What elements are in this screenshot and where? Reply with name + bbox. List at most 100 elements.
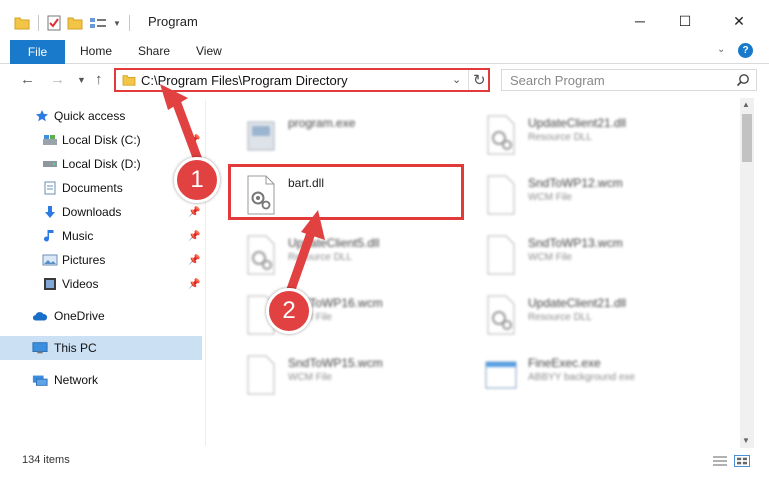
navigation-pane: Quick access Local Disk (C:) 📌 Local Dis… (0, 100, 206, 446)
documents-icon (42, 180, 58, 196)
tab-view[interactable]: View (196, 44, 222, 58)
tab-file[interactable]: File (10, 40, 65, 64)
address-separator (468, 70, 469, 90)
sidebar-item-local-disk-d[interactable]: Local Disk (D:) 📌 (0, 152, 202, 176)
file-name: UpdateClient21.dll (528, 296, 627, 310)
file-name: UpdateClient5.dll (288, 236, 380, 250)
pin-icon[interactable]: 📌 (188, 255, 200, 266)
sidebar-item-downloads[interactable]: Downloads 📌 (0, 200, 202, 224)
exe-file-icon (247, 121, 275, 151)
sidebar-item-quick-access[interactable]: Quick access (0, 104, 202, 128)
recent-locations-chevron-icon[interactable]: ▼ (77, 75, 86, 85)
file-type: Resource DLL (528, 312, 592, 323)
scroll-up-arrow-icon[interactable]: ▲ (742, 100, 750, 109)
file-item[interactable]: SndToWP12.wcm WCM File (468, 162, 708, 220)
new-folder-icon[interactable] (67, 16, 83, 30)
pictures-icon (42, 252, 58, 268)
file-item[interactable]: program.exe (228, 102, 468, 160)
sidebar-item-pictures[interactable]: Pictures 📌 (0, 248, 202, 272)
file-name: SndToWP15.wcm (288, 356, 383, 370)
status-bar: 134 items (0, 450, 769, 470)
tab-share[interactable]: Share (138, 44, 170, 58)
title-bar: ▼ Program ─ ☐ ✕ (0, 0, 769, 40)
refresh-icon[interactable]: ↻ (473, 71, 486, 89)
file-name: SndToWP13.wcm (528, 236, 623, 250)
file-type: Resource DLL (528, 132, 592, 143)
file-item[interactable]: FineExec.exe ABBYY background exe (468, 342, 708, 400)
ribbon-tabs: File Home Share View ⌄ ? (0, 40, 769, 64)
address-bar[interactable]: C:\Program Files\Program Directory ⌄ ↻ (114, 68, 490, 92)
scrollbar-thumb[interactable] (742, 114, 752, 162)
close-button[interactable]: ✕ (716, 6, 762, 36)
sidebar-item-local-disk-c[interactable]: Local Disk (C:) 📌 (0, 128, 202, 152)
address-path[interactable]: C:\Program Files\Program Directory (141, 73, 348, 88)
file-item[interactable]: UpdateClient21.dll Resource DLL (468, 102, 708, 160)
help-icon[interactable]: ? (738, 43, 753, 58)
file-item[interactable]: SndToWP15.wcm WCM File (228, 342, 468, 400)
search-icon[interactable] (736, 73, 750, 87)
dll-gear-icon (247, 235, 275, 275)
file-item[interactable]: UpdateClient21.dll Resource DLL (468, 282, 708, 340)
tab-home[interactable]: Home (80, 44, 112, 58)
quick-access-toolbar: ▼ (14, 12, 132, 34)
toolbar-separator (128, 15, 130, 31)
computer-icon (32, 340, 48, 356)
search-input[interactable]: Search Program (510, 73, 605, 88)
vertical-scrollbar[interactable]: ▲ ▼ (740, 98, 754, 448)
toolbar-separator (38, 15, 39, 31)
ribbon-expand-chevron-icon[interactable]: ⌄ (717, 44, 725, 55)
file-item[interactable]: UpdateClient5.dll Resource DLL (228, 222, 468, 280)
details-view-icon[interactable] (712, 455, 728, 467)
blank-file-icon (487, 235, 515, 275)
file-item[interactable]: SndToWP13.wcm WCM File (468, 222, 708, 280)
step-2-badge: 2 (266, 288, 312, 334)
application-window-icon (485, 361, 517, 389)
file-type: WCM File (528, 192, 572, 203)
minimize-button[interactable]: ─ (617, 6, 663, 36)
dll-gear-icon (247, 175, 275, 215)
file-name: bart.dll (288, 176, 325, 190)
file-list: program.exe UpdateClient21.dll Resource … (214, 98, 738, 448)
scroll-down-arrow-icon[interactable]: ▼ (742, 436, 750, 445)
view-options-icon[interactable] (89, 16, 107, 30)
star-icon (34, 108, 50, 124)
download-icon (42, 204, 58, 220)
dll-gear-icon (487, 115, 515, 155)
pin-icon[interactable]: 📌 (188, 231, 200, 242)
sidebar-item-videos[interactable]: Videos 📌 (0, 272, 202, 296)
customize-chevron-down-icon[interactable]: ▼ (113, 19, 121, 28)
sidebar-item-onedrive[interactable]: OneDrive (0, 304, 202, 328)
pin-icon[interactable]: 📌 (188, 135, 200, 146)
forward-arrow-icon[interactable]: → (50, 71, 65, 88)
up-arrow-icon[interactable]: ↑ (95, 71, 103, 88)
folder-icon (122, 75, 136, 86)
pin-icon[interactable]: 📌 (188, 207, 200, 218)
pin-icon[interactable]: 📌 (188, 279, 200, 290)
navigation-bar: ← → ▼ ↑ C:\Program Files\Program Directo… (0, 64, 769, 96)
file-type: Resource DLL (288, 252, 352, 263)
dll-gear-icon (487, 295, 515, 335)
file-type: WCM File (288, 372, 332, 383)
network-icon (32, 372, 48, 388)
videos-icon (42, 276, 58, 292)
file-name: UpdateClient21.dll (528, 116, 627, 130)
drive-icon (42, 156, 58, 172)
sidebar-item-this-pc[interactable]: This PC (0, 336, 202, 360)
properties-icon[interactable] (47, 15, 61, 31)
maximize-button[interactable]: ☐ (662, 6, 708, 36)
address-dropdown-chevron-icon[interactable]: ⌄ (452, 73, 461, 86)
step-1-badge: 1 (174, 157, 220, 203)
back-arrow-icon[interactable]: ← (20, 71, 35, 88)
sidebar-item-music[interactable]: Music 📌 (0, 224, 202, 248)
sidebar-item-documents[interactable]: Documents 📌 (0, 176, 202, 200)
drive-icon (42, 132, 58, 148)
file-type: WCM File (528, 252, 572, 263)
file-item[interactable]: SndToWP16.wcm WCM File (228, 282, 468, 340)
search-box[interactable]: Search Program (501, 69, 757, 91)
item-count: 134 items (22, 454, 70, 466)
sidebar-item-network[interactable]: Network (0, 368, 202, 392)
large-icons-view-icon[interactable] (734, 455, 750, 467)
file-item-bart-dll[interactable]: bart.dll (228, 162, 468, 220)
file-name: FineExec.exe (528, 356, 601, 370)
file-name: SndToWP12.wcm (528, 176, 623, 190)
